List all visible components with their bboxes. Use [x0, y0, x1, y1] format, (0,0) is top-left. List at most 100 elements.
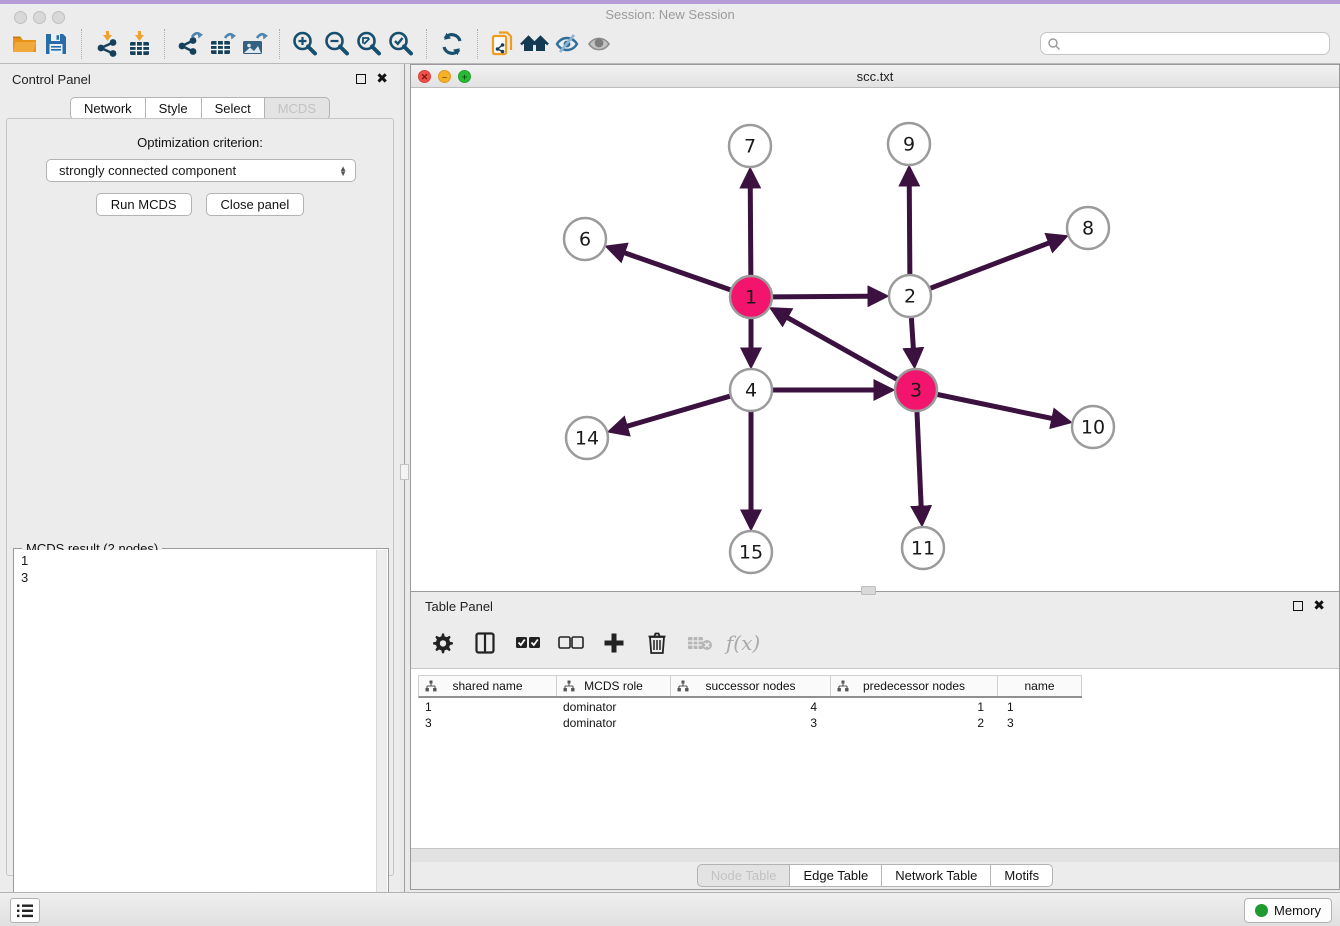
close-window-button[interactable] [14, 11, 27, 24]
window-controls[interactable] [14, 11, 65, 24]
column-header-successor-nodes[interactable]: successor nodes [671, 676, 831, 696]
cell-successor-nodes[interactable]: 3 [670, 714, 830, 730]
graph-edge-3-1[interactable] [774, 310, 897, 379]
graph-edge-3-10[interactable] [938, 395, 1068, 422]
cell-shared-name[interactable]: 3 [418, 714, 556, 730]
memory-button[interactable]: Memory [1244, 898, 1332, 923]
table-row[interactable]: 1 dominator 4 1 1 [418, 698, 1082, 714]
close-table-panel-icon[interactable]: ✖ [1313, 601, 1325, 611]
save-session-button[interactable] [40, 28, 72, 60]
cell-successor-nodes[interactable]: 4 [670, 698, 830, 714]
minimize-view-button[interactable]: – [438, 70, 451, 83]
export-image-button[interactable] [238, 28, 270, 60]
tab-network-table[interactable]: Network Table [882, 864, 991, 887]
gear-icon [431, 632, 453, 654]
zoom-out-button[interactable] [321, 28, 353, 60]
delete-row-button[interactable] [644, 630, 670, 656]
hide-selected-button[interactable] [551, 28, 583, 60]
mcds-result-box: MCDS result (2 nodes) 1 3 [13, 548, 389, 926]
graph-edge-1-7[interactable] [750, 172, 751, 275]
float-table-panel-icon[interactable] [1293, 601, 1303, 611]
graph-edge-1-2[interactable] [773, 296, 884, 297]
graph-edge-4-14[interactable] [612, 396, 730, 431]
tab-mcds[interactable]: MCDS [265, 97, 330, 120]
network-canvas[interactable]: 7968124314101511 [411, 88, 1339, 591]
add-row-button[interactable] [601, 630, 627, 656]
cell-name[interactable]: 3 [997, 714, 1081, 730]
network-view-window: ✕ – + scc.txt 7968124314101511 [410, 64, 1340, 592]
graph-node-label-15: 15 [739, 542, 763, 564]
graph-edge-2-8[interactable] [931, 237, 1064, 288]
cell-predecessor-nodes[interactable]: 2 [830, 714, 997, 730]
first-neighbors-button[interactable] [519, 28, 551, 60]
tab-style[interactable]: Style [146, 97, 202, 120]
cell-mcds-role[interactable]: dominator [556, 714, 670, 730]
tab-network[interactable]: Network [70, 97, 146, 120]
cell-shared-name[interactable]: 1 [418, 698, 556, 714]
import-network-button[interactable] [91, 28, 123, 60]
close-view-button[interactable]: ✕ [418, 70, 431, 83]
column-header-mcds-role[interactable]: MCDS role [557, 676, 671, 696]
import-table-button[interactable] [123, 28, 155, 60]
close-panel-button[interactable]: Close panel [206, 193, 305, 216]
horizontal-splitter-handle[interactable] [861, 586, 876, 595]
table-settings-button[interactable] [429, 630, 455, 656]
search-field[interactable] [1040, 32, 1330, 55]
maximize-view-button[interactable]: + [458, 70, 471, 83]
close-panel-icon[interactable]: ✖ [376, 74, 388, 84]
mcds-result-list[interactable]: 1 3 [15, 550, 376, 924]
network-window-titlebar[interactable]: ✕ – + scc.txt [411, 65, 1339, 88]
export-table-button[interactable] [206, 28, 238, 60]
show-all-button[interactable] [583, 28, 615, 60]
splitter-handle[interactable] [400, 464, 409, 480]
refresh-button[interactable] [436, 28, 468, 60]
duplicate-network-button[interactable] [487, 28, 519, 60]
search-input[interactable] [1061, 35, 1329, 53]
column-header-name[interactable]: name [998, 676, 1082, 696]
cell-mcds-role[interactable]: dominator [556, 698, 670, 714]
zoom-selected-button[interactable] [385, 28, 417, 60]
select-all-button[interactable] [515, 630, 541, 656]
tab-node-table[interactable]: Node Table [697, 864, 791, 887]
delete-table-button[interactable] [687, 630, 713, 656]
run-mcds-button[interactable]: Run MCDS [96, 193, 192, 216]
tab-edge-table[interactable]: Edge Table [790, 864, 882, 887]
table-row[interactable]: 3 dominator 3 2 3 [418, 714, 1082, 730]
deselect-all-button[interactable] [558, 630, 584, 656]
function-builder-button[interactable]: f(x) [730, 630, 756, 656]
network-window-controls[interactable]: ✕ – + [418, 70, 471, 83]
graph-edge-2-9[interactable] [909, 170, 910, 274]
float-panel-icon[interactable] [356, 74, 366, 84]
vertical-splitter[interactable] [400, 64, 410, 892]
automation-panel-button[interactable] [10, 898, 40, 923]
tab-motifs[interactable]: Motifs [991, 864, 1053, 887]
checked-boxes-icon [515, 635, 541, 651]
graph-node-label-9: 9 [903, 134, 915, 156]
graph-edge-1-6[interactable] [610, 248, 731, 290]
duplicate-network-icon [490, 30, 517, 58]
optimization-criterion-select[interactable]: strongly connected component ▲▼ [46, 159, 356, 182]
open-session-button[interactable] [8, 28, 40, 60]
cell-predecessor-nodes[interactable]: 1 [830, 698, 997, 714]
column-header-shared-name[interactable]: shared name [419, 676, 557, 696]
network-graph[interactable]: 7968124314101511 [411, 88, 1339, 591]
toolbar-separator [426, 29, 427, 59]
zoom-fit-button[interactable] [353, 28, 385, 60]
graph-edge-2-3[interactable] [911, 318, 914, 364]
maximize-window-button[interactable] [52, 11, 65, 24]
cell-name[interactable]: 1 [997, 698, 1081, 714]
table-tabs: Node Table Edge Table Network Table Moti… [411, 862, 1339, 888]
column-chooser-button[interactable] [472, 630, 498, 656]
graph-node-label-7: 7 [744, 136, 756, 158]
table-toolbar: f(x) [411, 620, 1339, 666]
column-header-predecessor-nodes[interactable]: predecessor nodes [831, 676, 998, 696]
result-scrollbar[interactable] [376, 550, 387, 924]
graph-edge-3-11[interactable] [917, 412, 922, 522]
tab-select[interactable]: Select [202, 97, 265, 120]
minimize-window-button[interactable] [33, 11, 46, 24]
toolbar-separator [477, 29, 478, 59]
mcds-panel-body: Optimization criterion: strongly connect… [6, 118, 394, 876]
table-footer-strip [411, 848, 1339, 862]
export-network-button[interactable] [174, 28, 206, 60]
zoom-in-button[interactable] [289, 28, 321, 60]
